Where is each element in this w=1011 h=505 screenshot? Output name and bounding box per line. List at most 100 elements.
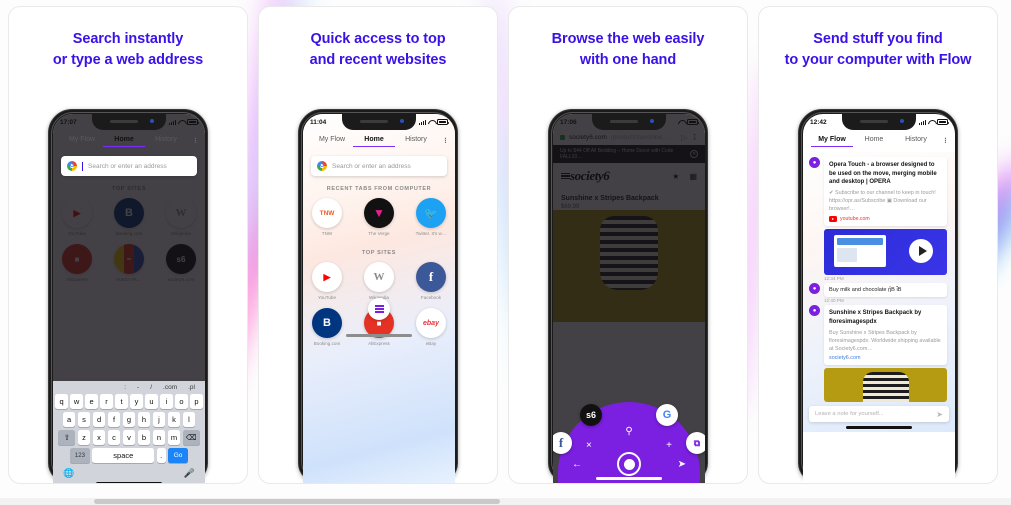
suggestion-key[interactable]: .pl bbox=[188, 384, 195, 391]
flow-message-link[interactable]: ● Sunshine x Stripes Backpack by floresi… bbox=[803, 303, 955, 366]
backspace-key[interactable]: ⌫ bbox=[182, 430, 200, 446]
key-x[interactable]: x bbox=[92, 430, 106, 446]
space-key[interactable]: space bbox=[92, 448, 155, 464]
key-q[interactable]: q bbox=[55, 394, 68, 410]
keyboard-suggestions[interactable]: : - / .com .pl bbox=[55, 384, 203, 394]
facebook-shortcut-icon[interactable]: f bbox=[553, 432, 572, 454]
key-j[interactable]: j bbox=[152, 412, 166, 428]
key-n[interactable]: n bbox=[152, 430, 166, 446]
globe-icon[interactable]: 🌐 bbox=[63, 468, 74, 479]
key-d[interactable]: d bbox=[92, 412, 106, 428]
suggestion-key[interactable]: / bbox=[150, 384, 152, 391]
panel-browse-one-hand[interactable]: Browse the web easily with one hand 17:0… bbox=[508, 6, 748, 484]
search-input[interactable]: G Search or enter an address bbox=[61, 156, 197, 176]
key-w[interactable]: w bbox=[70, 394, 83, 410]
fab-menu-button[interactable] bbox=[368, 298, 390, 320]
key-v[interactable]: v bbox=[122, 430, 136, 446]
overflow-menu-icon[interactable]: · · · bbox=[187, 134, 197, 147]
top-site-tile[interactable]: ▶ YouTube bbox=[308, 262, 346, 300]
flow-message-list[interactable]: ● Opera Touch - a browser designed to be… bbox=[803, 152, 955, 432]
flow-message-note[interactable]: ● Buy milk and chocolate ᾕB ἶB bbox=[803, 281, 955, 298]
key-m[interactable]: m bbox=[167, 430, 181, 446]
key-p[interactable]: p bbox=[190, 394, 203, 410]
suggestion-key[interactable]: : bbox=[124, 384, 126, 391]
key-u[interactable]: u bbox=[145, 394, 158, 410]
overflow-menu-icon[interactable]: · · · bbox=[937, 134, 947, 147]
suggestion-key[interactable]: - bbox=[137, 384, 139, 391]
panel-quick-access[interactable]: Quick access to top and recent websites … bbox=[258, 6, 498, 484]
search-icon[interactable]: ⚲ bbox=[625, 426, 632, 437]
browser-tabbar[interactable]: My Flow Home History · · · bbox=[53, 130, 205, 152]
phone-screen[interactable]: 17:06 society6.com /product/sunshine… ▷ … bbox=[553, 114, 705, 483]
link-preview-image[interactable] bbox=[824, 368, 947, 403]
back-icon[interactable]: ← bbox=[572, 459, 582, 470]
key-e[interactable]: e bbox=[85, 394, 98, 410]
tab-my-flow[interactable]: My Flow bbox=[311, 136, 353, 146]
message-link[interactable]: society6.com bbox=[829, 355, 942, 361]
close-tab-icon[interactable]: × bbox=[586, 440, 592, 451]
note-input[interactable]: Leave a note for yourself... ➤ bbox=[809, 406, 949, 423]
keyboard-row-1[interactable]: q w e r t y u i o p bbox=[55, 394, 203, 410]
tab-history[interactable]: History bbox=[395, 136, 437, 146]
phone-screen[interactable]: 11:04 My Flow Home History · · · G Searc… bbox=[303, 114, 455, 483]
tab-my-flow[interactable]: My Flow bbox=[811, 136, 853, 147]
recent-tab-tile[interactable]: ▼ The Verge bbox=[360, 198, 398, 236]
tab-home[interactable]: Home bbox=[853, 136, 895, 146]
recent-tabs-row[interactable]: TNW TNW ▼ The Verge 🐦 Twitter. It's w… bbox=[303, 198, 455, 236]
shift-key[interactable]: ⇧ bbox=[58, 430, 76, 446]
key-g[interactable]: g bbox=[122, 412, 136, 428]
phone-screen[interactable]: 17:07 My Flow Home History · · · G Searc… bbox=[53, 114, 205, 483]
key-k[interactable]: k bbox=[167, 412, 181, 428]
play-icon[interactable] bbox=[909, 239, 933, 264]
phone-screen[interactable]: 12:42 My Flow Home History · · · ● Opera… bbox=[803, 114, 955, 483]
key-o[interactable]: o bbox=[175, 394, 188, 410]
top-sites-row-1[interactable]: ▶ YouTube W Wikipedia f Facebook bbox=[303, 262, 455, 300]
key-b[interactable]: b bbox=[137, 430, 151, 446]
send-icon[interactable]: ➤ bbox=[936, 410, 943, 419]
keyboard-row-2[interactable]: a s d f g h j k l bbox=[55, 412, 203, 428]
keyboard-bottom-row[interactable]: 🌐 🎤 bbox=[55, 466, 203, 482]
horizontal-scrollbar[interactable] bbox=[0, 498, 1011, 505]
video-thumbnail[interactable] bbox=[824, 229, 947, 276]
send-to-flow-icon[interactable]: ➤ bbox=[678, 459, 686, 470]
panel-send-with-flow[interactable]: Send stuff you find to your computer wit… bbox=[758, 6, 998, 484]
society6-shortcut-icon[interactable]: s6 bbox=[580, 404, 602, 426]
keyboard-row-3[interactable]: ⇧ z x c v b n m ⌫ bbox=[55, 430, 203, 446]
fast-action-button[interactable] bbox=[617, 452, 641, 476]
period-key[interactable]: . bbox=[156, 448, 166, 464]
go-key[interactable]: Go bbox=[168, 448, 189, 464]
flow-message-video[interactable]: ● Opera Touch - a browser designed to be… bbox=[803, 152, 955, 227]
browser-tabbar[interactable]: My Flow Home History · · · bbox=[303, 130, 455, 152]
key-r[interactable]: r bbox=[100, 394, 113, 410]
tab-my-flow[interactable]: My Flow bbox=[61, 136, 103, 146]
key-t[interactable]: t bbox=[115, 394, 128, 410]
overflow-menu-icon[interactable]: · · · bbox=[437, 134, 447, 147]
top-site-tile[interactable]: B Booking.com bbox=[308, 308, 346, 346]
message-bubble[interactable]: Buy milk and chocolate ᾕB ἶB bbox=[824, 283, 947, 298]
top-site-tile[interactable]: W Wikipedia bbox=[360, 262, 398, 300]
suggestion-key[interactable]: .com bbox=[163, 384, 177, 391]
tab-home[interactable]: Home bbox=[353, 136, 395, 147]
top-site-tile[interactable]: f Facebook bbox=[412, 262, 450, 300]
key-a[interactable]: a bbox=[62, 412, 76, 428]
tab-history[interactable]: History bbox=[895, 136, 937, 146]
new-tab-icon[interactable]: + bbox=[666, 440, 672, 451]
search-input[interactable]: G Search or enter an address bbox=[311, 156, 447, 176]
flow-shortcut-icon[interactable]: ⧉ bbox=[686, 432, 705, 454]
onscreen-keyboard[interactable]: : - / .com .pl q w e r t y u i o p a s d… bbox=[53, 381, 205, 483]
browser-tabbar[interactable]: My Flow Home History · · · bbox=[803, 130, 955, 152]
google-shortcut-icon[interactable]: G bbox=[656, 404, 678, 426]
tab-home[interactable]: Home bbox=[103, 136, 145, 147]
top-site-tile[interactable]: ebay eBay bbox=[412, 308, 450, 346]
key-i[interactable]: i bbox=[160, 394, 173, 410]
tab-history[interactable]: History bbox=[145, 136, 187, 146]
panel-search-instantly[interactable]: Search instantly or type a web address 1… bbox=[8, 6, 248, 484]
key-l[interactable]: l bbox=[182, 412, 196, 428]
key-h[interactable]: h bbox=[137, 412, 151, 428]
message-bubble[interactable]: Sunshine x Stripes Backpack by floresima… bbox=[824, 305, 947, 366]
key-z[interactable]: z bbox=[77, 430, 91, 446]
message-bubble[interactable]: Opera Touch - a browser designed to be u… bbox=[824, 157, 947, 227]
key-s[interactable]: s bbox=[77, 412, 91, 428]
scrollbar-thumb[interactable] bbox=[94, 499, 500, 504]
key-f[interactable]: f bbox=[107, 412, 121, 428]
